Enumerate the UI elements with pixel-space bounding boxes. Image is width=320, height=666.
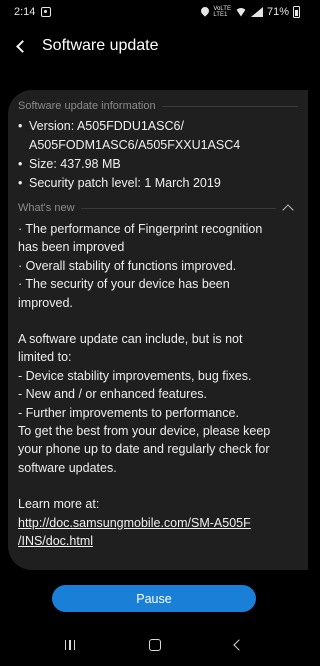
lte-label: LTE1 <box>213 12 228 18</box>
description-line: - Device stability improvements, bug fix… <box>18 368 252 383</box>
note-line: · Overall stability of functions improve… <box>18 258 237 273</box>
app-bar: Software update <box>0 28 308 64</box>
description-line: - New and / or enhanced features. <box>18 387 208 402</box>
battery-icon <box>293 6 300 18</box>
whats-new-title: What's new <box>18 202 75 214</box>
signal-icon <box>250 7 263 17</box>
list-item: • Security patch level: 1 March 2019 <box>18 174 298 193</box>
notification-icon <box>41 7 52 17</box>
description-line: your phone up to date and regularly chec… <box>18 442 270 457</box>
collapse-icon[interactable] <box>282 204 294 216</box>
action-area: Pause <box>0 585 308 612</box>
home-icon[interactable] <box>149 639 162 651</box>
description-line: - Further improvements to performance. <box>18 405 239 420</box>
status-time: 2:14 <box>14 6 36 18</box>
description-line: limited to: <box>18 350 72 365</box>
note-line: has been improved <box>18 240 125 255</box>
whats-new-header[interactable]: What's new <box>18 202 298 216</box>
description-line: A software update can include, but is no… <box>18 332 243 347</box>
note-line: · The performance of Fingerprint recogni… <box>18 222 263 236</box>
volte-indicator: VoLTE LTE1 <box>213 6 231 18</box>
nav-back-icon[interactable] <box>233 639 245 651</box>
patch-value: Security patch level: 1 March 2019 <box>29 176 221 190</box>
list-item: • Version: A505FDDU1ASC6/ A505FODM1ASC6/… <box>18 117 298 155</box>
pause-button[interactable]: Pause <box>52 585 256 612</box>
description-line: software updates. <box>18 460 117 475</box>
learn-more: Learn more at: http://doc.samsungmobile.… <box>18 495 298 550</box>
status-bar: 2:14 VoLTE LTE1 71% <box>0 0 308 24</box>
info-section-header: Software update information <box>18 100 298 112</box>
list-item: • Size: 437.98 MB <box>18 155 298 174</box>
size-value: Size: 437.98 MB <box>29 157 121 171</box>
battery-percent: 71% <box>266 6 289 18</box>
update-description: A software update can include, but is no… <box>18 330 298 477</box>
info-list: • Version: A505FDDU1ASC6/ A505FODM1ASC6/… <box>18 117 298 193</box>
version-value: Version: A505FDDU1ASC6/ A505FODM1ASC6/A5… <box>29 119 241 152</box>
doc-link[interactable]: http://doc.samsungmobile.com/SM-A505F /I… <box>18 514 298 551</box>
navigation-bar <box>0 624 308 666</box>
location-icon <box>201 7 209 17</box>
info-section-title: Software update information <box>18 100 156 112</box>
learn-more-label: Learn more at: <box>18 497 100 512</box>
release-notes: · The performance of Fingerprint recogni… <box>18 220 298 551</box>
note-line: · The security of your device has been <box>18 277 230 292</box>
back-button[interactable] <box>0 28 40 64</box>
section-divider <box>80 207 276 209</box>
page-title: Software update <box>42 37 159 54</box>
note-line: improved. <box>18 295 73 310</box>
section-divider <box>161 105 298 107</box>
back-icon <box>15 39 29 53</box>
wifi-icon <box>235 8 247 17</box>
recents-icon[interactable] <box>64 640 76 650</box>
description-line: To get the best from your device, please… <box>18 424 271 439</box>
update-details-card[interactable]: Software update information • Version: A… <box>8 90 308 570</box>
